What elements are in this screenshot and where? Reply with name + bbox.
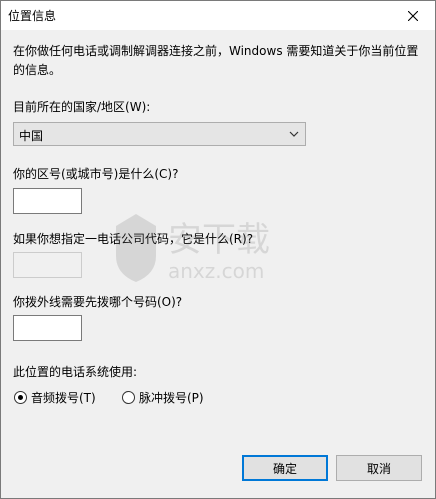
dialog-footer: 确定 取消 (1, 442, 435, 498)
watermark-subtext: anxz.com (168, 259, 264, 283)
window-title: 位置信息 (8, 9, 57, 23)
ok-button[interactable]: 确定 (242, 455, 328, 481)
pulse-dial-label: 脉冲拨号(P) (139, 391, 204, 405)
tone-dial-radio[interactable] (14, 391, 27, 404)
location-info-dialog: 位置信息 在你做任何电话或调制解调器连接之前，Windows 需要知道关于你当前… (0, 0, 436, 499)
pulse-dial-option[interactable]: 脉冲拨号(P) (122, 389, 204, 406)
country-select[interactable]: 中国 (13, 122, 306, 146)
area-code-label: 你的区号(或城市号)是什么(C)? (13, 167, 179, 181)
close-icon (408, 10, 418, 21)
dial-system-label: 此位置的电话系统使用: (13, 365, 138, 379)
cancel-button[interactable]: 取消 (336, 455, 422, 481)
country-selected-value: 中国 (19, 129, 44, 143)
description-text: 在你做任何电话或调制解调器连接之前，Windows 需要知道关于你当前位置的信息… (13, 44, 419, 77)
carrier-code-input[interactable] (13, 252, 82, 278)
area-code-input[interactable] (13, 188, 82, 214)
tone-dial-label: 音频拨号(T) (31, 391, 96, 405)
outside-line-input[interactable] (13, 315, 82, 341)
pulse-dial-radio[interactable] (122, 391, 135, 404)
tone-dial-option[interactable]: 音频拨号(T) (14, 389, 96, 406)
carrier-code-label: 如果你想指定一电话公司代码，它是什么(R)? (13, 232, 254, 246)
watermark-logo: 安下载 anxz.com (106, 206, 306, 289)
title-bar: 位置信息 (1, 1, 435, 30)
close-button[interactable] (391, 1, 435, 30)
outside-line-label: 你拨外线需要先拨哪个号码(O)? (13, 295, 183, 309)
chevron-down-icon (289, 131, 299, 137)
country-label: 目前所在的国家/地区(W): (13, 100, 151, 114)
